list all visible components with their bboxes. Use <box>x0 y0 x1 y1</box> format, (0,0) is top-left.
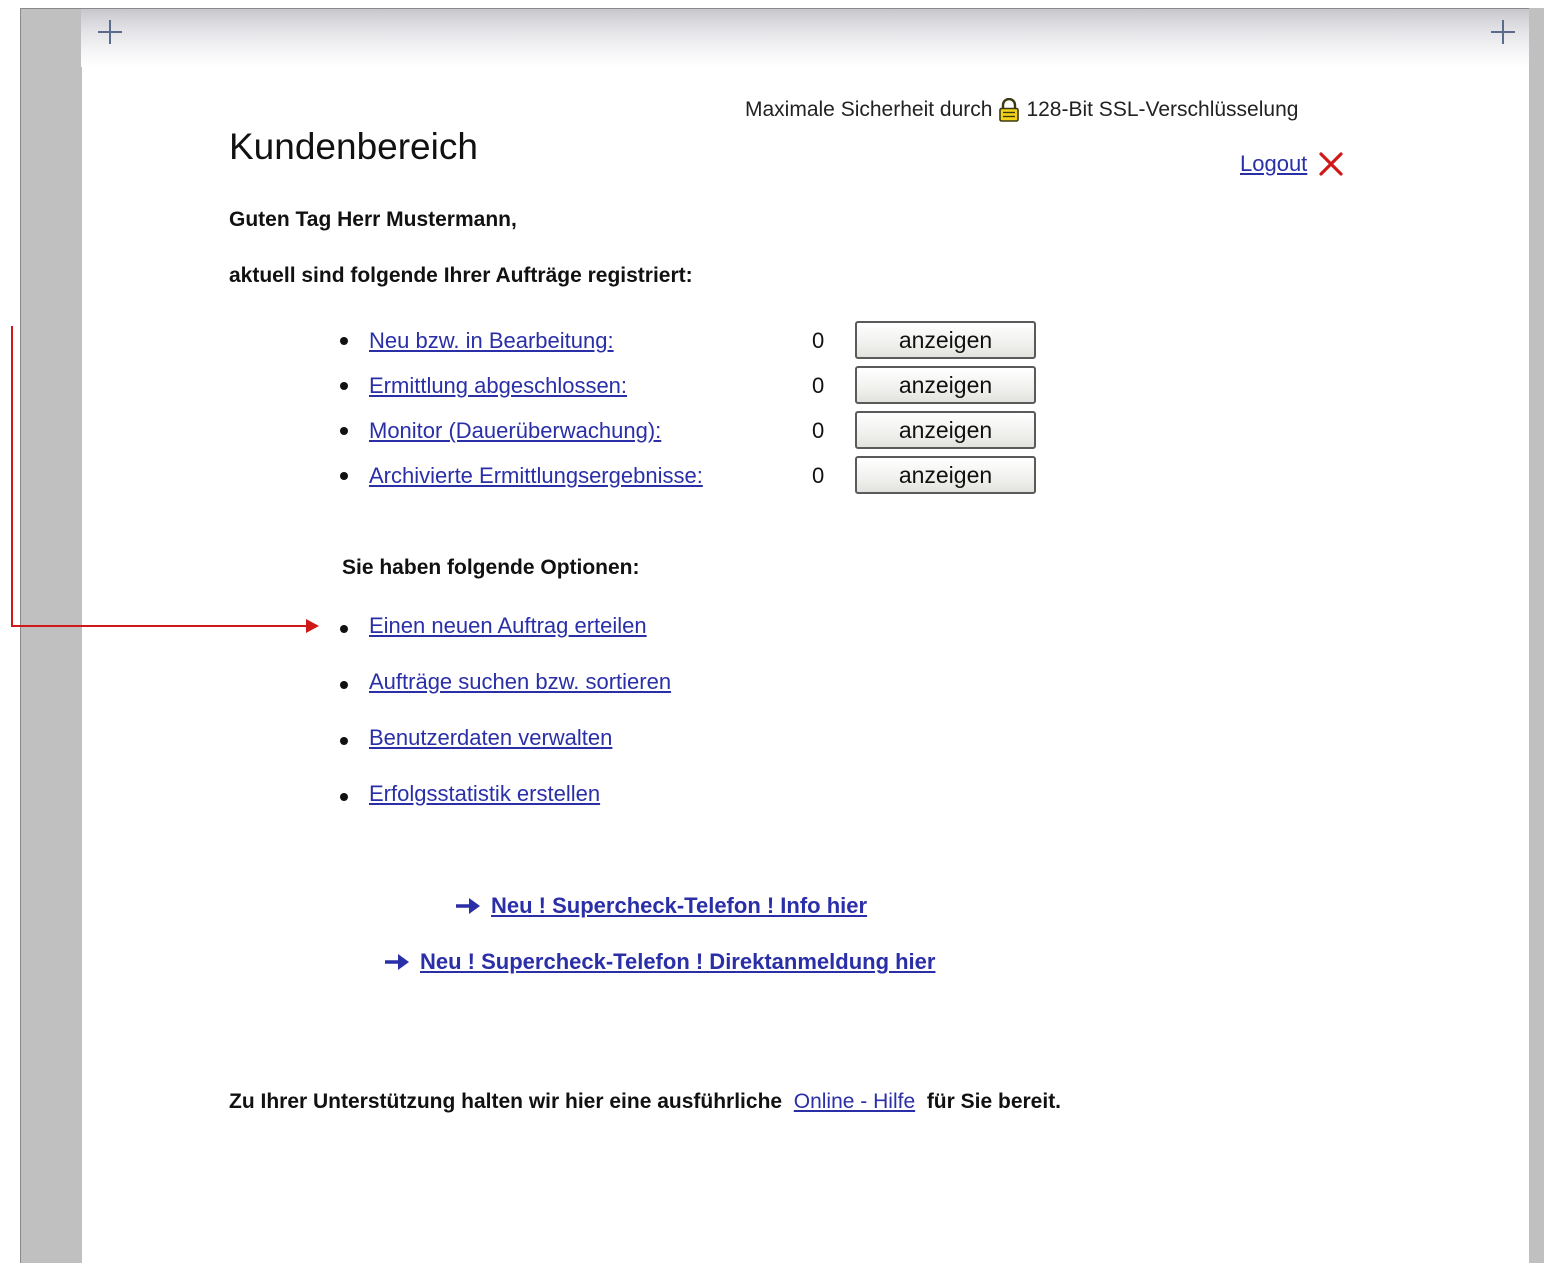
order-link-archived[interactable]: Archivierte Ermittlungsergebnisse: <box>369 463 703 489</box>
order-count: 0 <box>812 373 825 398</box>
crosshair-icon <box>98 20 122 44</box>
greeting-text: Guten Tag Herr Mustermann, <box>229 208 517 231</box>
crosshair-icon <box>1491 20 1515 44</box>
order-link-completed[interactable]: Ermittlung abgeschlossen: <box>369 373 627 399</box>
promo-info: Neu ! Supercheck-Telefon ! Info hier <box>455 893 867 919</box>
show-new-button[interactable]: anzeigen <box>855 321 1036 359</box>
page-canvas: Maximale Sicherheit durch 128-Bit SSL-Ve… <box>0 0 1544 1263</box>
security-text-after: 128-Bit SSL-Verschlüsselung <box>1026 98 1299 121</box>
bullet-icon <box>340 337 348 345</box>
option-item: Aufträge suchen bzw. sortieren <box>340 669 940 699</box>
promo-register: Neu ! Supercheck-Telefon ! Direktanmeldu… <box>384 949 935 975</box>
option-item: Erfolgsstatistik erstellen <box>340 781 940 811</box>
options-heading: Sie haben folgende Optionen: <box>342 556 640 579</box>
logout: Logout <box>1240 150 1345 178</box>
annotation-line <box>11 326 13 627</box>
supercheck-info-link[interactable]: Neu ! Supercheck-Telefon ! Info hier <box>491 893 867 919</box>
security-note: Maximale Sicherheit durch 128-Bit SSL-Ve… <box>745 98 1298 122</box>
bullet-icon <box>340 382 348 390</box>
bullet-icon <box>340 793 348 801</box>
show-completed-button[interactable]: anzeigen <box>855 366 1036 404</box>
logout-link[interactable]: Logout <box>1240 151 1307 177</box>
orders-intro-text: aktuell sind folgende Ihrer Aufträge reg… <box>229 264 693 287</box>
order-row: Archivierte Ermittlungsergebnisse: 0 anz… <box>340 456 1040 496</box>
lock-icon <box>999 98 1020 122</box>
option-item: Einen neuen Auftrag erteilen <box>340 613 940 643</box>
security-text-before: Maximale Sicherheit durch <box>745 98 993 121</box>
top-frame-bar <box>81 8 1529 67</box>
bullet-icon <box>340 737 348 745</box>
new-order-link[interactable]: Einen neuen Auftrag erteilen <box>369 613 647 639</box>
bullet-icon <box>340 681 348 689</box>
option-item: Benutzerdaten verwalten <box>340 725 940 755</box>
close-x-icon[interactable] <box>1317 150 1345 178</box>
order-row: Ermittlung abgeschlossen: 0 anzeigen <box>340 366 1040 406</box>
right-frame-bar <box>1529 8 1544 1263</box>
order-count: 0 <box>812 328 825 353</box>
page-title: Kundenbereich <box>229 126 478 167</box>
show-archived-button[interactable]: anzeigen <box>855 456 1036 494</box>
order-count: 0 <box>812 418 825 443</box>
help-text-before: Zu Ihrer Unterstützung halten wir hier e… <box>229 1090 783 1113</box>
order-count: 0 <box>812 463 825 488</box>
order-link-monitor[interactable]: Monitor (Dauerüberwachung): <box>369 418 661 444</box>
left-frame-bar <box>20 8 82 1263</box>
success-statistics-link[interactable]: Erfolgsstatistik erstellen <box>369 781 600 807</box>
bullet-icon <box>340 427 348 435</box>
help-text-after: für Sie bereit. <box>926 1090 1062 1113</box>
bullet-icon <box>340 625 348 633</box>
supercheck-register-link[interactable]: Neu ! Supercheck-Telefon ! Direktanmeldu… <box>420 949 935 975</box>
annotation-line <box>11 625 311 627</box>
arrow-right-icon <box>385 954 409 970</box>
order-row: Monitor (Dauerüberwachung): 0 anzeigen <box>340 411 1040 451</box>
annotation-arrowhead-icon <box>306 619 319 633</box>
show-monitor-button[interactable]: anzeigen <box>855 411 1036 449</box>
help-note: Zu Ihrer Unterstützung halten wir hier e… <box>229 1090 1061 1114</box>
order-link-new[interactable]: Neu bzw. in Bearbeitung: <box>369 328 614 354</box>
bullet-icon <box>340 472 348 480</box>
search-orders-link[interactable]: Aufträge suchen bzw. sortieren <box>369 669 671 695</box>
arrow-right-icon <box>456 898 480 914</box>
order-row: Neu bzw. in Bearbeitung: 0 anzeigen <box>340 321 1040 361</box>
manage-user-data-link[interactable]: Benutzerdaten verwalten <box>369 725 612 751</box>
online-help-link[interactable]: Online - Hilfe <box>794 1090 915 1113</box>
